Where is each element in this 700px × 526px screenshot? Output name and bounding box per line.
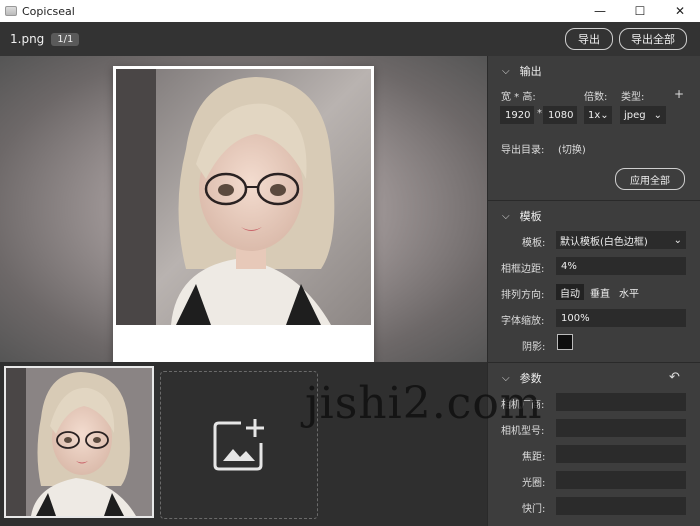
direction-auto[interactable]: 自动 bbox=[556, 284, 584, 300]
type-select[interactable]: jpeg ⌄ bbox=[620, 106, 666, 124]
page-indicator-badge: 1/1 bbox=[51, 32, 80, 46]
toolbar: 1.png 1/1 导出 导出全部 bbox=[0, 22, 700, 56]
file-name: 1.png bbox=[10, 32, 45, 46]
app-title: Copicseal bbox=[22, 4, 75, 18]
camera-model-label: 相机型号: bbox=[501, 426, 545, 437]
export-button[interactable]: 导出 bbox=[565, 28, 613, 50]
add-image-button[interactable] bbox=[160, 371, 318, 519]
apply-all-button[interactable]: 应用全部 bbox=[615, 168, 685, 190]
multiplier-label: 倍数: bbox=[584, 92, 608, 103]
direction-label: 排列方向: bbox=[501, 290, 545, 301]
font-scale-input[interactable]: 100% bbox=[556, 309, 686, 327]
type-value: jpeg bbox=[624, 109, 646, 121]
settings-panel: ⌵ 输出 宽 * 高: 倍数: 类型: + 1920 * 1080 1x ⌄ jp… bbox=[487, 56, 700, 526]
portrait-photo bbox=[116, 69, 371, 325]
divider bbox=[488, 362, 700, 363]
export-dir-label: 导出目录: bbox=[501, 145, 545, 156]
params-section-title: 参数 bbox=[519, 372, 542, 385]
chevron-down-icon: ⌄ bbox=[673, 234, 682, 246]
focal-length-label: 焦距: bbox=[522, 452, 546, 463]
export-all-button[interactable]: 导出全部 bbox=[619, 28, 687, 50]
times-sign: * bbox=[537, 108, 542, 119]
type-label: 类型: bbox=[621, 92, 645, 103]
title-bar: Copicseal — ☐ ✕ bbox=[0, 0, 700, 22]
change-dir-link[interactable]: (切换) bbox=[558, 141, 586, 156]
size-label: 宽 * 高: bbox=[501, 92, 536, 103]
multiplier-select[interactable]: 1x ⌄ bbox=[584, 106, 612, 124]
shutter-label: 快门: bbox=[522, 504, 546, 515]
aperture-label: 光圈: bbox=[522, 478, 546, 489]
chevron-down-icon: ⌵ bbox=[502, 210, 510, 222]
chevron-down-icon: ⌄ bbox=[600, 109, 609, 121]
shadow-color-swatch[interactable] bbox=[557, 334, 573, 350]
maximize-button[interactable]: ☐ bbox=[620, 0, 660, 22]
height-input[interactable]: 1080 bbox=[543, 106, 577, 124]
add-preset-icon[interactable]: + bbox=[674, 87, 684, 101]
aperture-input[interactable] bbox=[556, 471, 686, 489]
window-controls: — ☐ ✕ bbox=[580, 0, 700, 22]
template-value: 默认模板(白色边框) bbox=[560, 236, 648, 248]
template-section-header[interactable]: ⌵ 模板 bbox=[488, 203, 700, 229]
template-label: 模板: bbox=[522, 238, 546, 249]
font-scale-label: 字体缩放: bbox=[501, 316, 545, 327]
minimize-button[interactable]: — bbox=[580, 0, 620, 22]
border-margin-label: 相框边距: bbox=[501, 264, 545, 275]
multiplier-value: 1x bbox=[588, 109, 601, 121]
thumbnail-strip bbox=[0, 362, 487, 526]
template-select[interactable]: 默认模板(白色边框) ⌄ bbox=[556, 231, 686, 249]
close-button[interactable]: ✕ bbox=[660, 0, 700, 22]
chevron-down-icon: ⌵ bbox=[502, 65, 510, 77]
app-icon bbox=[5, 6, 17, 16]
template-section-title: 模板 bbox=[519, 210, 542, 223]
shadow-label: 阴影: bbox=[522, 342, 546, 353]
camera-model-input[interactable] bbox=[556, 419, 686, 437]
framed-photo bbox=[113, 66, 374, 362]
photo-preview bbox=[0, 56, 487, 362]
thumbnail-1[interactable] bbox=[4, 366, 154, 518]
direction-vertical[interactable]: 垂直 bbox=[587, 284, 613, 300]
chevron-down-icon: ⌵ bbox=[502, 372, 510, 384]
border-margin-input[interactable]: 4% bbox=[556, 257, 686, 275]
undo-icon[interactable]: ↶ bbox=[669, 370, 680, 385]
shutter-input[interactable] bbox=[556, 497, 686, 515]
output-section-title: 输出 bbox=[519, 65, 542, 78]
output-section-header[interactable]: ⌵ 输出 bbox=[488, 58, 700, 84]
chevron-down-icon: ⌄ bbox=[653, 109, 662, 121]
focal-length-input[interactable] bbox=[556, 445, 686, 463]
camera-make-label: 相机厂商: bbox=[501, 400, 545, 411]
add-image-icon bbox=[213, 419, 264, 471]
divider bbox=[488, 200, 700, 201]
width-input[interactable]: 1920 bbox=[500, 106, 534, 124]
direction-horizontal[interactable]: 水平 bbox=[616, 284, 642, 300]
camera-make-input[interactable] bbox=[556, 393, 686, 411]
